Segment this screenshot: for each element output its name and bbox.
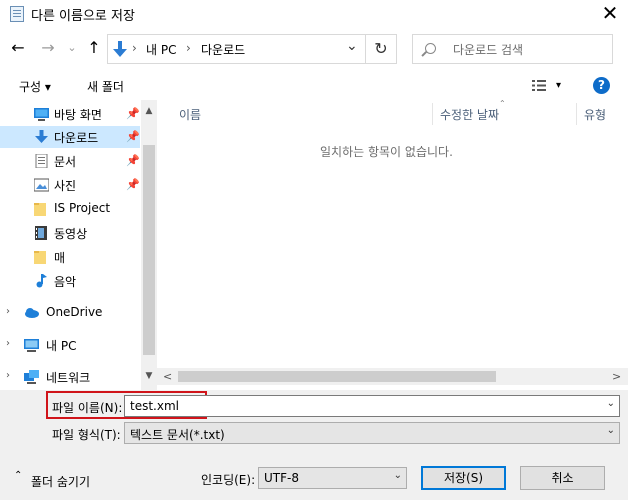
back-button[interactable]: ← [8, 38, 28, 58]
sidebar-item-pictures[interactable]: 사진 📌 [0, 174, 140, 196]
sidebar-item-videos[interactable]: 동영상 [0, 222, 140, 244]
filename-input[interactable]: test.xml ⌄ [124, 395, 620, 417]
sidebar-item-label: 다운로드 [54, 131, 99, 145]
sidebar-item-label: 매 [54, 251, 66, 265]
folder-icon [34, 251, 46, 264]
close-button[interactable]: ✕ [598, 2, 622, 26]
network-icon [24, 370, 39, 384]
scroll-left-button[interactable]: < [163, 370, 172, 383]
encoding-value: UTF-8 [264, 471, 299, 485]
new-folder-button[interactable]: 새 폴더 [87, 78, 124, 95]
column-header-date-modified[interactable]: 수정한 날짜 [440, 106, 499, 123]
scroll-up-button[interactable]: ▲ [141, 106, 157, 116]
sidebar-item-label: 음악 [54, 275, 77, 289]
document-icon [35, 154, 48, 168]
address-dropdown-button[interactable]: ⌄ [346, 38, 358, 54]
sidebar-item-network[interactable]: › 네트워크 [0, 366, 140, 388]
expand-chevron-icon[interactable]: › [6, 370, 10, 381]
sidebar-item-label: 네트워크 [46, 371, 91, 385]
expand-chevron-icon[interactable]: › [6, 306, 10, 317]
sidebar-item-label: IS Project [54, 201, 111, 215]
address-bar[interactable]: › 내 PC › 다운로드 ⌄ [107, 34, 366, 64]
breadcrumb-my-pc[interactable]: 내 PC [146, 41, 176, 58]
pictures-icon [34, 178, 49, 192]
download-icon [113, 41, 127, 57]
expand-chevron-icon[interactable]: › [6, 338, 10, 349]
breadcrumb-separator: › [186, 41, 191, 55]
sidebar-item-documents[interactable]: 문서 📌 [0, 150, 140, 172]
search-icon [425, 43, 436, 54]
save-as-dialog: 다른 이름으로 저장 ✕ ← → ⌄ ↑ › 내 PC › 다운로드 ⌄ ↻ 다… [0, 0, 628, 500]
onedrive-icon [25, 308, 39, 318]
file-list[interactable] [157, 100, 628, 368]
download-icon [35, 130, 48, 143]
column-divider[interactable] [432, 103, 433, 125]
encoding-select[interactable]: UTF-8 ⌄ [258, 467, 407, 489]
pin-icon: 📌 [126, 178, 140, 191]
search-box[interactable]: 다운로드 검색 [412, 34, 613, 64]
refresh-button[interactable]: ↻ [366, 34, 397, 64]
navigation-pane-scroll-thumb[interactable] [143, 145, 155, 355]
chevron-down-icon[interactable]: ⌄ [394, 470, 402, 481]
view-dropdown-button[interactable]: ▾ [556, 80, 561, 91]
chevron-down-icon[interactable]: ⌄ [607, 398, 615, 409]
notepad-icon [10, 6, 24, 22]
sidebar-item-onedrive[interactable]: › OneDrive [0, 302, 140, 324]
sidebar-item-folder[interactable]: 매 [0, 246, 140, 268]
desktop-icon [34, 108, 49, 121]
breadcrumb-downloads[interactable]: 다운로드 [201, 41, 245, 58]
scroll-right-button[interactable]: > [612, 370, 621, 383]
sort-indicator-icon: ⌃ [499, 99, 506, 108]
column-divider[interactable] [576, 103, 577, 125]
forward-button[interactable]: → [38, 38, 58, 58]
filetype-value: 텍스트 문서(*.txt) [130, 428, 225, 442]
sidebar-item-downloads[interactable]: 다운로드 📌 [0, 126, 140, 148]
recent-locations-button[interactable]: ⌄ [62, 38, 82, 58]
hide-folders-button[interactable]: 폴더 숨기기 [31, 473, 90, 490]
filetype-select[interactable]: 텍스트 문서(*.txt) ⌄ [124, 422, 620, 444]
title-bar: 다른 이름으로 저장 ✕ [0, 0, 628, 28]
pin-icon: 📌 [126, 130, 140, 143]
sidebar-item-desktop[interactable]: 바탕 화면 📌 [0, 103, 140, 125]
sidebar-item-label: 내 PC [46, 339, 77, 353]
pin-icon: 📌 [126, 154, 140, 167]
column-header-name[interactable]: 이름 [179, 106, 201, 123]
chevron-up-icon[interactable]: ⌃ [14, 470, 22, 481]
sidebar-item-music[interactable]: 음악 [0, 270, 140, 292]
scroll-down-button[interactable]: ▼ [141, 371, 157, 381]
music-icon [36, 274, 47, 288]
pin-icon: 📌 [126, 107, 140, 120]
empty-folder-message: 일치하는 항목이 없습니다. [320, 145, 453, 159]
sidebar-item-label: 문서 [54, 155, 77, 169]
folder-icon [34, 203, 46, 216]
save-button[interactable]: 저장(S) [421, 466, 506, 490]
navigation-pane: 바탕 화면 📌 다운로드 📌 문서 📌 사진 📌 IS Project 동영상 [0, 100, 157, 390]
chevron-down-icon[interactable]: ⌄ [607, 425, 615, 436]
help-button[interactable]: ? [593, 77, 610, 94]
filename-value: test.xml [130, 399, 179, 413]
sidebar-item-label: 사진 [54, 179, 77, 193]
sidebar-item-is-project[interactable]: IS Project [0, 198, 140, 220]
cancel-button[interactable]: 취소 [520, 466, 605, 490]
view-options-icon[interactable] [532, 80, 546, 91]
breadcrumb-separator: › [132, 41, 137, 55]
window-title: 다른 이름으로 저장 [31, 9, 135, 24]
up-button[interactable]: ↑ [84, 38, 104, 58]
filetype-label: 파일 형식(T): [52, 428, 121, 442]
sidebar-item-my-pc[interactable]: › 내 PC [0, 334, 140, 356]
organize-menu[interactable]: 구성 ▾ [19, 78, 51, 95]
encoding-label: 인코딩(E): [201, 473, 256, 487]
pc-icon [24, 339, 39, 352]
sidebar-item-label: 바탕 화면 [54, 108, 102, 122]
search-placeholder: 다운로드 검색 [453, 43, 524, 57]
video-icon [35, 226, 47, 240]
filename-label: 파일 이름(N): [52, 401, 123, 415]
sidebar-item-label: 동영상 [54, 227, 88, 241]
column-header-type[interactable]: 유형 [584, 106, 606, 123]
horizontal-scroll-thumb[interactable] [178, 371, 496, 382]
sidebar-item-label: OneDrive [46, 305, 103, 319]
